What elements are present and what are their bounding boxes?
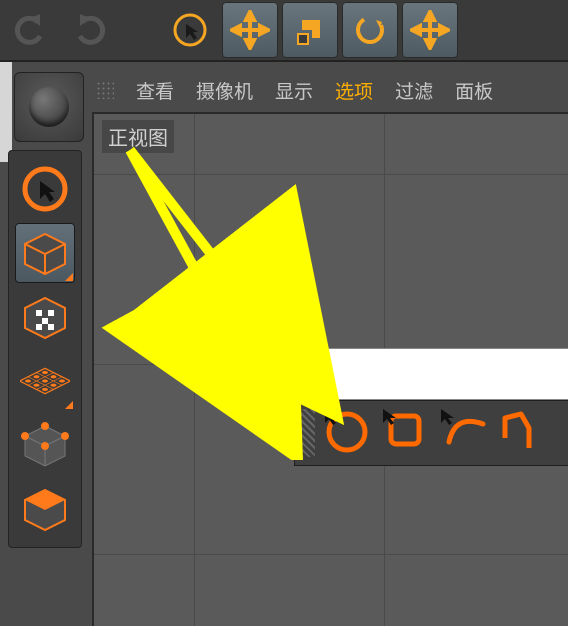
model-tool[interactable]: [15, 223, 75, 283]
texture-tool[interactable]: [15, 287, 75, 347]
redo-button[interactable]: [62, 2, 118, 58]
spline-toolbar: [294, 400, 568, 466]
grip-icon[interactable]: [301, 409, 315, 457]
grip-icon[interactable]: [96, 81, 114, 99]
workplane-tool[interactable]: [15, 351, 75, 411]
live-select-tool[interactable]: [15, 159, 75, 219]
points-tool[interactable]: [15, 415, 75, 475]
rectangle-tool[interactable]: [379, 405, 437, 461]
arc-tool[interactable]: [437, 405, 495, 461]
popup-panel: [310, 348, 568, 400]
left-edge-strip: [0, 62, 12, 162]
move2-tool-button[interactable]: [402, 2, 458, 58]
undo-button[interactable]: [2, 2, 58, 58]
viewport-menu-bar: 查看 摄像机 显示 选项 过滤 面板: [96, 74, 493, 106]
menu-view[interactable]: 查看: [136, 77, 174, 104]
globe-icon[interactable]: [14, 72, 84, 142]
menu-panel[interactable]: 面板: [455, 77, 493, 104]
rotate-tool-button[interactable]: [342, 2, 398, 58]
viewport-label: 正视图: [102, 120, 174, 153]
cursor-icon: [381, 407, 431, 457]
uv-tool[interactable]: [15, 479, 75, 539]
top-toolbar: [0, 0, 568, 62]
select-tool-button[interactable]: [162, 2, 218, 58]
cursor-icon: [439, 407, 489, 457]
freehand-circle-tool[interactable]: [321, 405, 379, 461]
polygon-tool[interactable]: [495, 405, 553, 461]
menu-camera[interactable]: 摄像机: [196, 77, 253, 104]
scale-tool-button[interactable]: [282, 2, 338, 58]
cursor-icon: [323, 407, 373, 457]
flyout-indicator-icon: [65, 401, 73, 409]
menu-options[interactable]: 选项: [335, 77, 373, 104]
flyout-indicator-icon: [65, 273, 73, 281]
mode-tool-panel: [8, 150, 82, 548]
move-tool-button[interactable]: [222, 2, 278, 58]
menu-display[interactable]: 显示: [275, 77, 313, 104]
menu-filter[interactable]: 过滤: [395, 77, 433, 104]
